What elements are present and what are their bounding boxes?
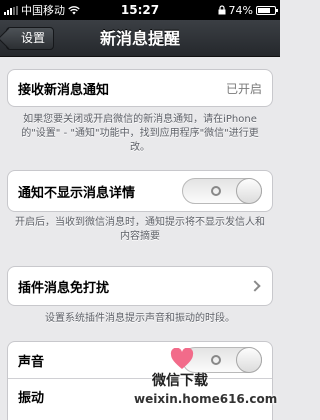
- plugin-dnd-row[interactable]: 插件消息免打扰: [7, 266, 273, 306]
- receive-notifications-label: 接收新消息通知: [18, 82, 110, 98]
- toggle-knob: [236, 178, 262, 204]
- toggle-knob: [236, 347, 262, 373]
- status-bar: 中国移动 15:27 74%: [0, 0, 280, 20]
- hide-details-toggle[interactable]: [182, 178, 262, 204]
- battery-percent: 74%: [228, 3, 253, 17]
- signal-icon: [4, 5, 18, 15]
- sound-row: 声音: [8, 342, 272, 378]
- chevron-right-icon: [249, 280, 261, 292]
- plugin-dnd-description: 设置系统插件消息提示声音和振动的时段。: [45, 313, 235, 324]
- navigation-bar: 设置 新消息提醒: [0, 20, 280, 57]
- sound-toggle[interactable]: [182, 347, 262, 373]
- wifi-icon: [68, 5, 80, 14]
- sound-vibrate-group: 声音 振动: [7, 341, 273, 420]
- hide-details-label: 通知不显示消息详情: [18, 185, 136, 201]
- status-left: 中国移动: [4, 2, 80, 18]
- toggle-off-icon: [211, 355, 221, 365]
- battery-icon: [256, 5, 278, 15]
- toggle-off-icon: [211, 186, 221, 196]
- battery-fill: [258, 7, 270, 13]
- vibrate-row: 振动: [8, 378, 272, 414]
- receive-notifications-status: 已开启: [225, 81, 262, 96]
- hide-details-row: 通知不显示消息详情: [7, 170, 273, 212]
- lock-icon: [218, 5, 226, 15]
- carrier-label: 中国移动: [21, 4, 65, 17]
- vibrate-label: 振动: [18, 391, 45, 406]
- status-right: 74%: [218, 3, 278, 17]
- receive-notifications-row[interactable]: 接收新消息通知 已开启: [7, 69, 273, 107]
- plugin-dnd-label: 插件消息免打扰: [18, 280, 110, 296]
- hide-details-description: 开启后，当收到微信消息时，通知提示将不显示发信人和内容摘要: [15, 217, 265, 242]
- sound-label: 声音: [18, 354, 45, 370]
- page-title: 新消息提醒: [99, 29, 180, 48]
- receive-notifications-description: 如果您要关闭或开启微信的新消息通知，请在iPhone的"设置" - "通知"功能…: [21, 114, 259, 153]
